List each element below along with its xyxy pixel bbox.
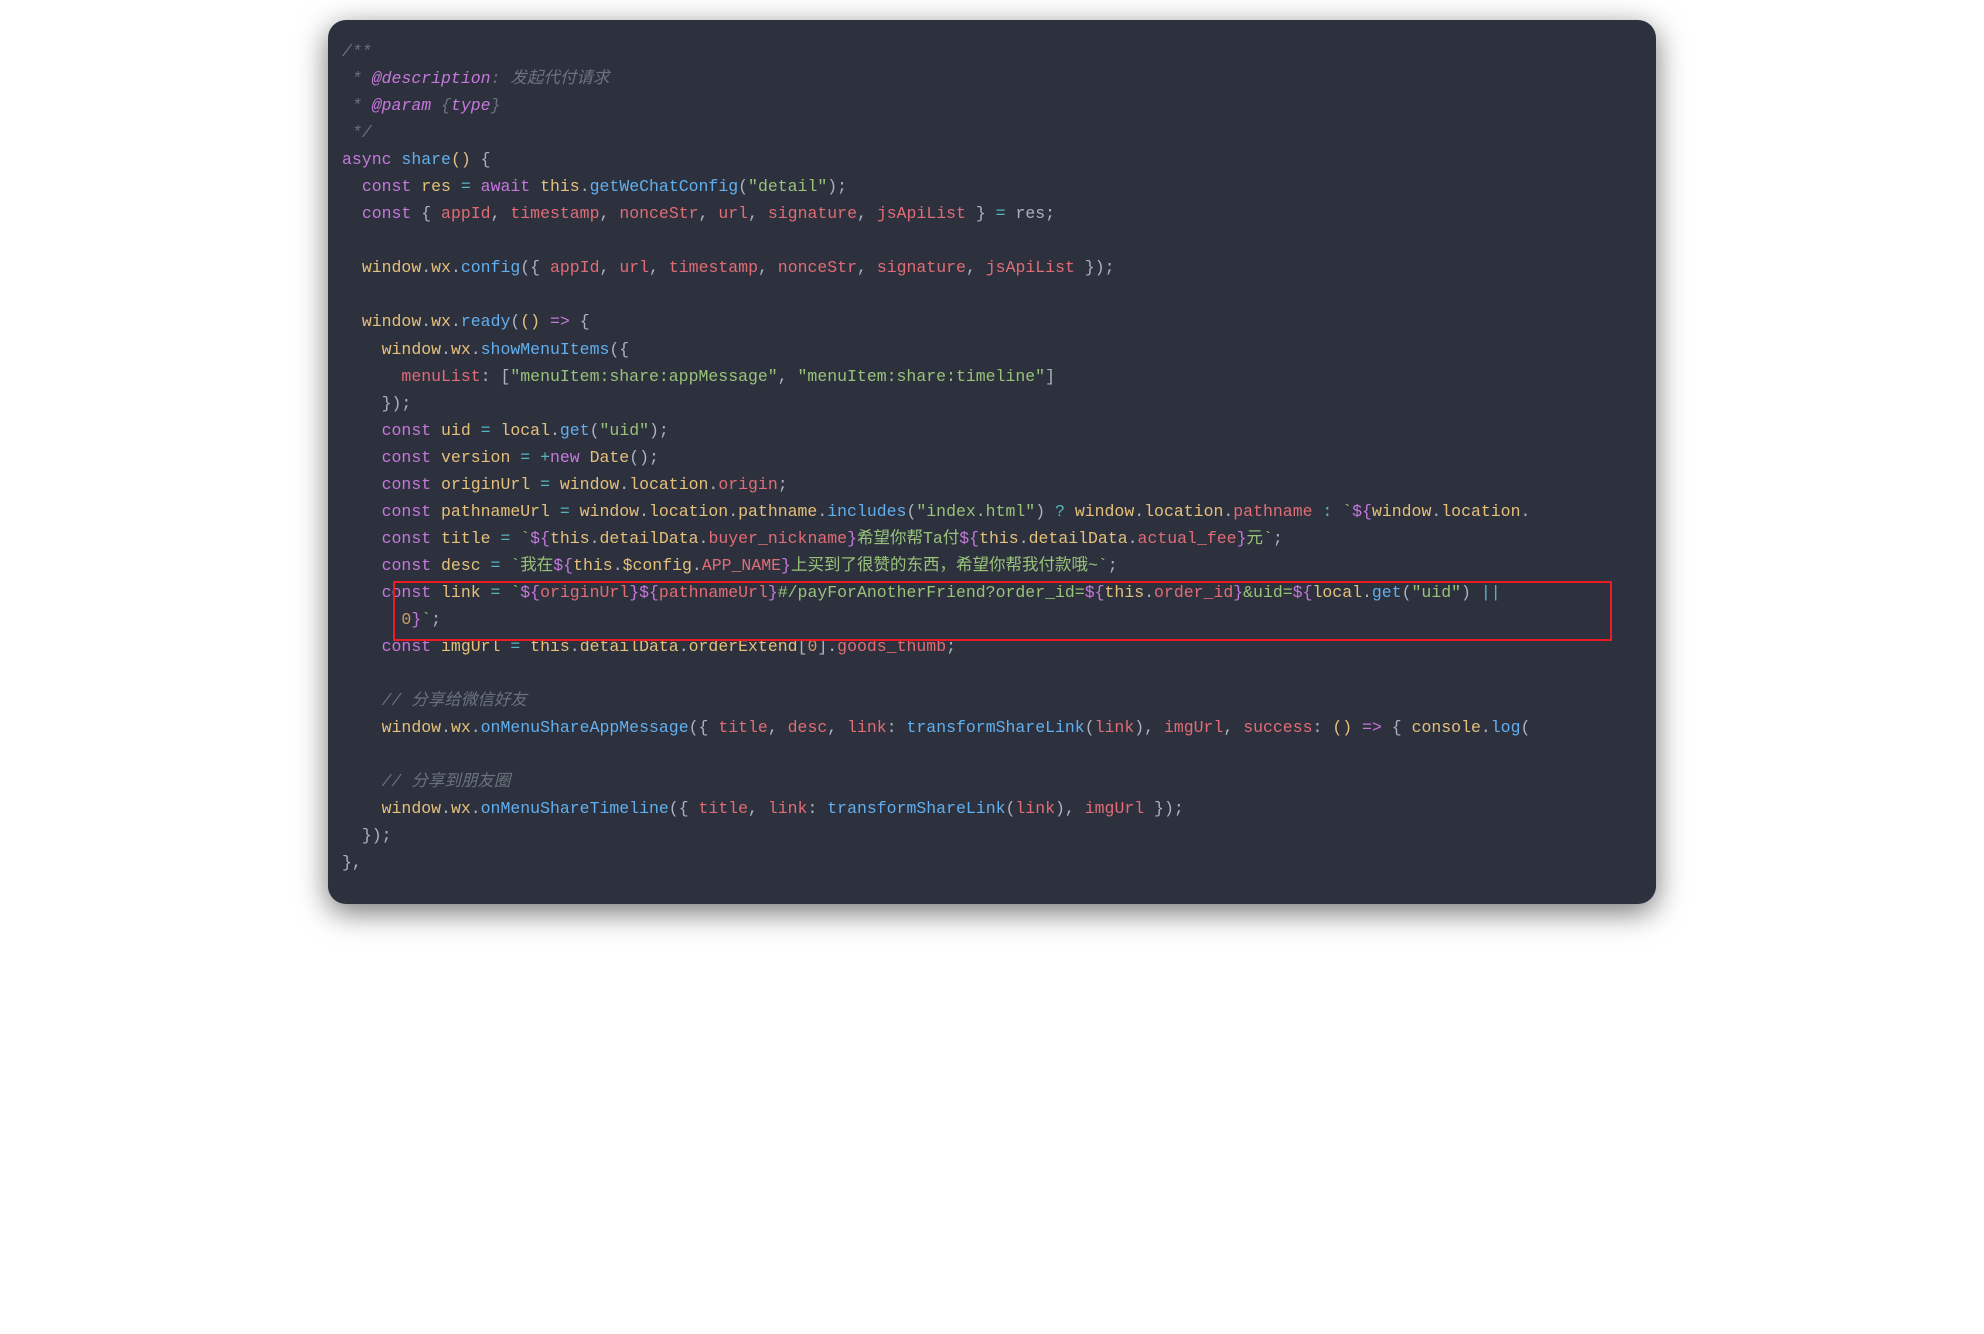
code-card: /** * @description: 发起代付请求 * @param {typ… xyxy=(328,20,1656,904)
doc-line: /** xyxy=(342,42,372,61)
doc-line: * @description: 发起代付请求 xyxy=(342,69,609,88)
code-block: /** * @description: 发起代付请求 * @param {typ… xyxy=(342,38,1642,876)
doc-line: */ xyxy=(342,123,372,142)
doc-line: * @param {type} xyxy=(342,96,500,115)
